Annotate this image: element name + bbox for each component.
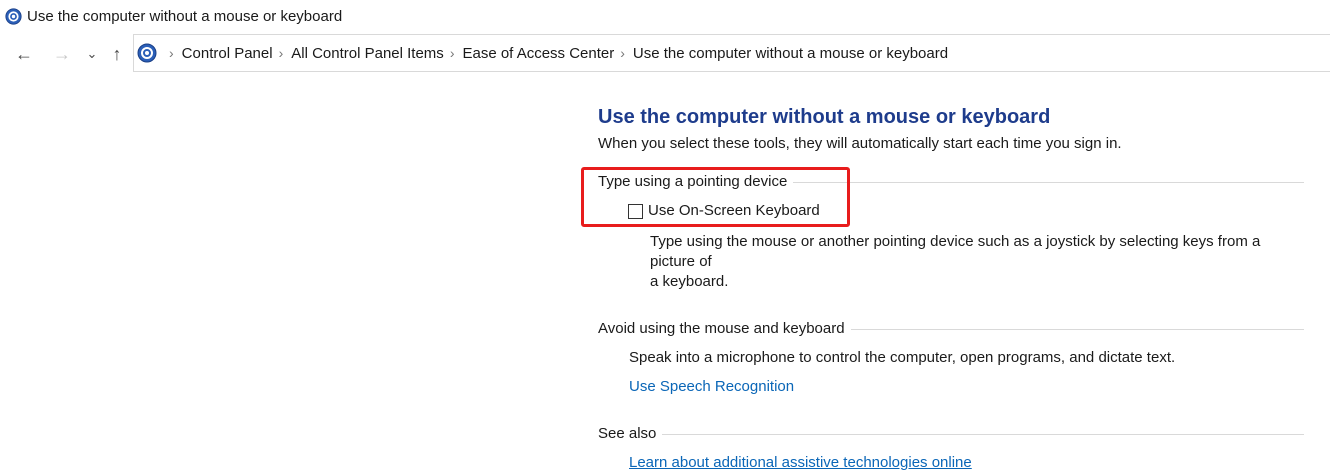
breadcrumb-separator-icon[interactable]: ›: [620, 45, 625, 61]
breadcrumb-separator-icon[interactable]: ›: [279, 45, 284, 61]
section-divider: [850, 328, 1304, 330]
section-heading: Avoid using the mouse and keyboard: [598, 320, 845, 337]
breadcrumb-current-page[interactable]: Use the computer without a mouse or keyb…: [633, 45, 948, 62]
main-content: Use the computer without a mouse or keyb…: [598, 104, 1308, 473]
on-screen-keyboard-option[interactable]: Use On-Screen Keyboard: [628, 201, 1308, 221]
breadcrumb-separator-icon[interactable]: ›: [450, 45, 455, 61]
breadcrumb-ease-of-access-center[interactable]: Ease of Access Center: [462, 45, 614, 62]
recent-locations-chevron-icon[interactable]: ⌄: [80, 42, 104, 66]
page-subtitle: When you select these tools, they will a…: [598, 135, 1122, 152]
control-panel-icon: [5, 7, 22, 25]
description-line: a keyboard.: [650, 273, 729, 290]
up-arrow-icon[interactable]: ↑: [105, 42, 129, 66]
section-heading: See also: [598, 425, 657, 442]
address-bar[interactable]: › Control Panel › All Control Panel Item…: [133, 34, 1330, 72]
speech-description: Speak into a microphone to control the c…: [629, 349, 1176, 366]
back-arrow-icon[interactable]: ←: [12, 42, 36, 66]
on-screen-keyboard-checkbox[interactable]: [628, 203, 643, 219]
section-divider: [793, 181, 1304, 183]
section-pointing-device: Type using a pointing device: [598, 172, 1304, 192]
window-titlebar: Use the computer without a mouse or keyb…: [0, 0, 1330, 32]
section-avoid-mouse-keyboard: Avoid using the mouse and keyboard: [598, 319, 1304, 339]
window-title: Use the computer without a mouse or keyb…: [27, 7, 343, 25]
forward-arrow-icon[interactable]: →: [50, 42, 74, 66]
description-line: Type using the mouse or another pointing…: [650, 233, 1261, 270]
breadcrumb-control-panel[interactable]: Control Panel: [182, 45, 273, 62]
breadcrumb-all-control-panel-items[interactable]: All Control Panel Items: [291, 45, 444, 62]
navigation-bar: ← → ⌄ ↑ › Control Panel › All Control Pa…: [0, 34, 1330, 74]
section-divider: [662, 433, 1304, 435]
on-screen-keyboard-label[interactable]: Use On-Screen Keyboard: [648, 201, 820, 221]
on-screen-keyboard-description: Type using the mouse or another pointing…: [650, 232, 1308, 292]
speech-recognition-link[interactable]: Use Speech Recognition: [629, 377, 1308, 397]
assistive-technologies-link[interactable]: Learn about additional assistive technol…: [629, 453, 1308, 473]
page-title: Use the computer without a mouse or keyb…: [598, 106, 1051, 128]
section-see-also: See also: [598, 424, 1304, 444]
control-panel-location-icon: [137, 43, 157, 63]
section-heading: Type using a pointing device: [598, 173, 788, 190]
breadcrumb-separator-icon: ›: [169, 45, 174, 61]
